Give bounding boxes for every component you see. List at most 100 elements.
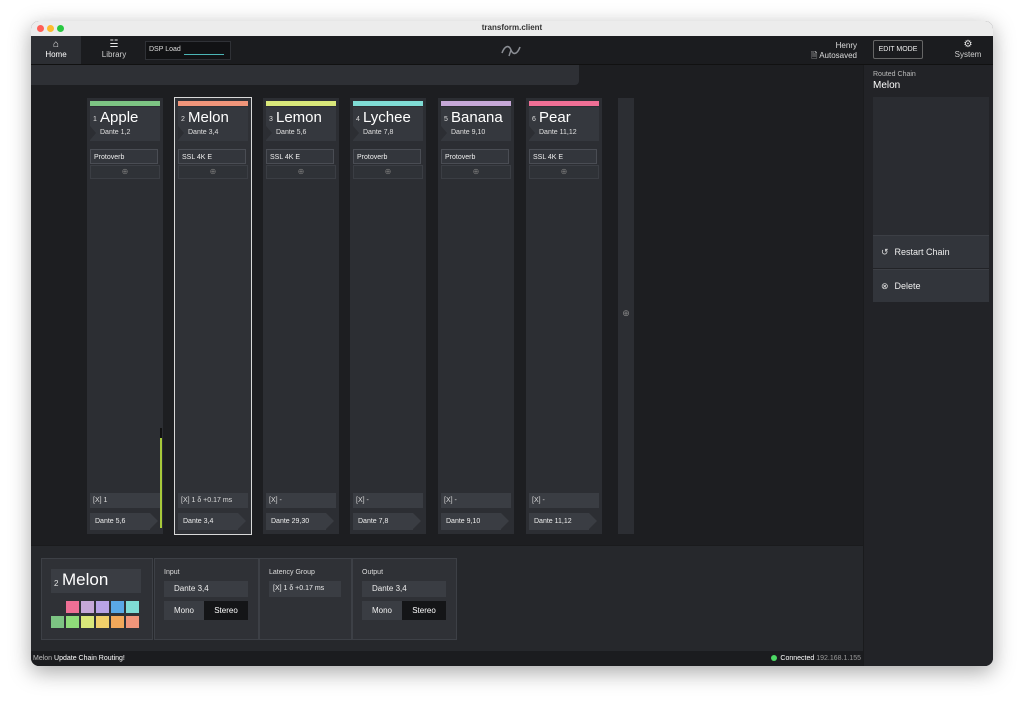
- add-plugin-button[interactable]: ⊕: [266, 165, 336, 179]
- chain-name-field[interactable]: 2 Melon: [51, 569, 141, 593]
- chain-color-bar: [441, 101, 511, 106]
- chain-strip[interactable]: 1 Apple Dante 1,2 Protoverb ⊕ [X] 1 Dant…: [87, 98, 163, 534]
- chain-output[interactable]: Dante 29,30: [266, 513, 326, 530]
- gear-icon: ⚙: [963, 39, 973, 50]
- chain-output[interactable]: Dante 3,4: [178, 513, 238, 530]
- color-swatch[interactable]: [66, 616, 79, 628]
- add-plugin-button[interactable]: ⊕: [90, 165, 160, 179]
- chain-header[interactable]: 5 Banana Dante 9,10: [441, 107, 511, 141]
- add-icon: ⊕: [297, 167, 305, 176]
- chain-output[interactable]: Dante 11,12: [529, 513, 589, 530]
- autosave-status: 🗎 Autosaved: [811, 51, 857, 61]
- color-swatch[interactable]: [81, 616, 94, 628]
- side-panel: Routed Chain Melon ↺ Restart Chain ⊗ Delet…: [863, 65, 993, 666]
- chain-header[interactable]: 6 Pear Dante 11,12: [529, 107, 599, 141]
- chain-input[interactable]: Dante 1,2: [100, 129, 130, 136]
- restart-chain-label: Restart Chain: [894, 247, 950, 257]
- output-chevron-icon: [326, 513, 334, 529]
- output-mono-toggle[interactable]: Mono: [362, 601, 402, 620]
- chain-name: Melon: [62, 570, 109, 589]
- add-icon: ⊕: [472, 167, 480, 176]
- chain-header[interactable]: 4 Lychee Dante 7,8: [353, 107, 423, 141]
- home-tab[interactable]: ⌂ Home: [31, 36, 81, 64]
- color-swatch[interactable]: [111, 601, 124, 613]
- chain-input[interactable]: Dante 9,10: [451, 129, 485, 136]
- latency-group-label[interactable]: [X] -: [441, 493, 511, 508]
- chain-strip[interactable]: 5 Banana Dante 9,10 Protoverb ⊕ [X] - Da…: [438, 98, 514, 534]
- chain-name: Apple: [100, 109, 139, 126]
- color-swatch[interactable]: [66, 601, 79, 613]
- latency-group-label[interactable]: [X] 1: [90, 493, 160, 508]
- plugin-slot[interactable]: Protoverb: [90, 149, 158, 164]
- input-mono-toggle[interactable]: Mono: [164, 601, 204, 620]
- restart-chain-button[interactable]: ↺ Restart Chain: [873, 235, 989, 268]
- color-swatch[interactable]: [126, 601, 139, 613]
- plugin-slot[interactable]: SSL 4K E: [178, 149, 246, 164]
- plugin-slot[interactable]: Protoverb: [353, 149, 421, 164]
- chain-name: Lemon: [276, 109, 322, 126]
- chain-number: 2: [54, 579, 59, 588]
- color-swatch[interactable]: [51, 616, 64, 628]
- chain-input[interactable]: Dante 3,4: [188, 129, 218, 136]
- chain-header[interactable]: 3 Lemon Dante 5,6: [266, 107, 336, 141]
- chain-color-bar: [90, 101, 160, 106]
- latency-group-label[interactable]: [X] -: [353, 493, 423, 508]
- latency-group-header: Latency Group: [269, 569, 315, 576]
- chain-input[interactable]: Dante 11,12: [539, 129, 577, 136]
- add-plugin-button[interactable]: ⊕: [178, 165, 248, 179]
- ip-address: 192.168.1.155: [816, 655, 861, 662]
- latency-group-label[interactable]: [X] 1 δ +0.17 ms: [178, 493, 248, 508]
- dsp-load-meter: DSP Load: [145, 41, 231, 60]
- add-plugin-button[interactable]: ⊕: [529, 165, 599, 179]
- output-stereo-toggle[interactable]: Stereo: [402, 601, 446, 620]
- add-chain-button[interactable]: ⊕: [618, 98, 634, 534]
- input-selector[interactable]: Dante 3,4: [164, 581, 248, 597]
- latency-group-label[interactable]: [X] -: [529, 493, 599, 508]
- chain-strip[interactable]: 3 Lemon Dante 5,6 SSL 4K E ⊕ [X] - Dante…: [263, 98, 339, 534]
- library-icon: ☱: [109, 39, 119, 50]
- edit-mode-button[interactable]: EDIT MODE: [873, 40, 923, 59]
- chain-strip[interactable]: 4 Lychee Dante 7,8 Protoverb ⊕ [X] - Dan…: [350, 98, 426, 534]
- chain-input[interactable]: Dante 7,8: [363, 129, 393, 136]
- chain-output[interactable]: Dante 9,10: [441, 513, 501, 530]
- chain-name: Pear: [539, 109, 571, 126]
- system-tab[interactable]: ⚙ System: [943, 36, 993, 64]
- color-swatch[interactable]: [81, 601, 94, 613]
- add-plugin-button[interactable]: ⊕: [353, 165, 423, 179]
- plugin-slot[interactable]: SSL 4K E: [529, 149, 597, 164]
- add-plugin-button[interactable]: ⊕: [441, 165, 511, 179]
- output-header: Output: [362, 569, 384, 576]
- output-chevron-icon: [413, 513, 421, 529]
- library-tab[interactable]: ☱ Library: [89, 36, 139, 64]
- chain-strip[interactable]: 2 Melon Dante 3,4 SSL 4K E ⊕ [X] 1 δ +0.…: [174, 97, 252, 535]
- color-swatch[interactable]: [126, 616, 139, 628]
- color-swatch[interactable]: [96, 601, 109, 613]
- input-stereo-toggle[interactable]: Stereo: [204, 601, 248, 620]
- chain-output[interactable]: Dante 7,8: [353, 513, 413, 530]
- output-selector[interactable]: Dante 3,4: [362, 581, 446, 597]
- chain-input[interactable]: Dante 5,6: [276, 129, 306, 136]
- plugin-slot[interactable]: Protoverb: [441, 149, 509, 164]
- home-icon: ⌂: [52, 39, 60, 50]
- chain-header[interactable]: 1 Apple Dante 1,2: [90, 107, 160, 141]
- add-icon: ⊕: [622, 308, 630, 318]
- input-chevron-icon: [441, 126, 447, 140]
- color-swatch[interactable]: [111, 616, 124, 628]
- level-meter: [160, 428, 162, 528]
- chain-color-bar: [178, 101, 248, 106]
- plugin-slot[interactable]: SSL 4K E: [266, 149, 334, 164]
- delete-icon: ⊗: [881, 281, 889, 291]
- delete-chain-button[interactable]: ⊗ Delete: [873, 269, 989, 302]
- color-swatch[interactable]: [96, 616, 109, 628]
- routing-preview: [873, 97, 989, 235]
- input-header: Input: [164, 569, 180, 576]
- chain-workspace: 1 Apple Dante 1,2 Protoverb ⊕ [X] 1 Dant…: [31, 65, 863, 545]
- latency-group-label[interactable]: [X] -: [266, 493, 336, 508]
- side-panel-chain-name: Melon: [873, 80, 901, 91]
- latency-group-selector[interactable]: [X] 1 δ +0.17 ms: [269, 581, 341, 597]
- chain-header[interactable]: 2 Melon Dante 3,4: [178, 107, 248, 141]
- autosave-label: Autosaved: [819, 51, 857, 60]
- latency-group-card: Latency Group [X] 1 δ +0.17 ms: [259, 558, 352, 640]
- chain-strip[interactable]: 6 Pear Dante 11,12 SSL 4K E ⊕ [X] - Dant…: [526, 98, 602, 534]
- chain-output[interactable]: Dante 5,6: [90, 513, 150, 530]
